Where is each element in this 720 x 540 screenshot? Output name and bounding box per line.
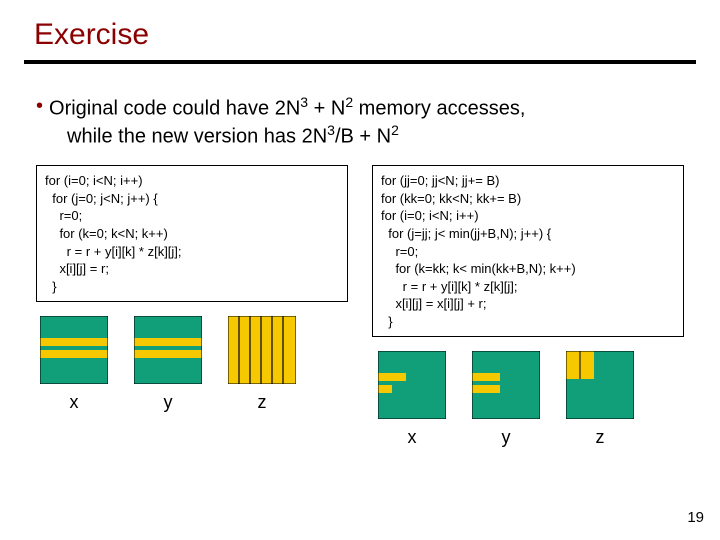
diagram-left-x: x bbox=[40, 316, 108, 413]
bullet-line2-sup1: 3 bbox=[327, 122, 335, 138]
bullet-line1-post: memory accesses, bbox=[353, 98, 525, 120]
bullet-line1-pre: Original code could have 2N bbox=[49, 98, 300, 120]
label-left-x: x bbox=[40, 392, 108, 413]
bullet-line1-sup2: 2 bbox=[345, 94, 353, 110]
label-right-z: z bbox=[566, 427, 634, 448]
label-right-y: y bbox=[472, 427, 540, 448]
diagram-right-y: y bbox=[472, 351, 540, 448]
bullet-line2-mid: /B + N bbox=[335, 125, 391, 147]
left-column: for (i=0; i<N; i++) for (j=0; j<N; j++) … bbox=[36, 165, 348, 448]
label-left-z: z bbox=[228, 392, 296, 413]
page-number: 19 bbox=[687, 509, 704, 526]
bullet-line2-pre: while the new version has 2N bbox=[67, 125, 327, 147]
slide-title: Exercise bbox=[0, 0, 720, 60]
right-column: for (jj=0; jj<N; jj+= B) for (kk=0; kk<N… bbox=[372, 165, 684, 448]
diagram-right-z: z bbox=[566, 351, 634, 448]
label-left-y: y bbox=[134, 392, 202, 413]
bullet-line1-mid: + N bbox=[308, 98, 345, 120]
codebox-left: for (i=0; i<N; i++) for (j=0; j<N; j++) … bbox=[36, 165, 348, 302]
bullet-line2-sup2: 2 bbox=[391, 122, 399, 138]
diagram-left-y: y bbox=[134, 316, 202, 413]
diagram-right-x: x bbox=[378, 351, 446, 448]
codebox-right: for (jj=0; jj<N; jj+= B) for (kk=0; kk<N… bbox=[372, 165, 684, 337]
bullet-paragraph: • Original code could have 2N3 + N2 memo… bbox=[0, 64, 720, 165]
bullet-marker: • bbox=[36, 94, 49, 149]
bullet-line1-sup1: 3 bbox=[300, 94, 308, 110]
label-right-x: x bbox=[378, 427, 446, 448]
diagram-left-z: z bbox=[228, 316, 296, 413]
